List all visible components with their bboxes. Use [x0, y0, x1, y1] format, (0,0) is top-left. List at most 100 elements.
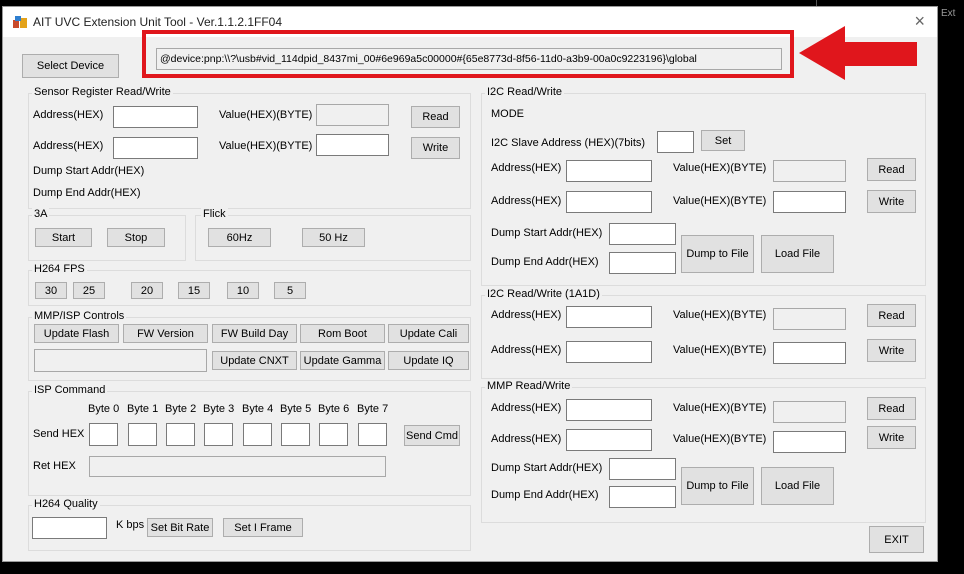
- byte-0-label: Byte 0: [88, 403, 120, 415]
- fps-25-button[interactable]: 25: [73, 282, 105, 299]
- mmp-address-label: Address(HEX): [491, 402, 562, 414]
- i2c-read-button[interactable]: Read: [867, 158, 916, 181]
- i2c-address-label-2: Address(HEX): [491, 195, 562, 207]
- byte-6-label: Byte 6: [318, 403, 350, 415]
- update-gamma-button[interactable]: Update Gamma: [300, 351, 385, 370]
- set-bit-rate-button[interactable]: Set Bit Rate: [147, 518, 213, 537]
- mmp-load-file-button[interactable]: Load File: [761, 467, 834, 505]
- sensor-register-title: Sensor Register Read/Write: [32, 86, 173, 98]
- i2c-write-address-input[interactable]: [566, 191, 652, 213]
- byte-1-label: Byte 1: [127, 403, 159, 415]
- app-window: AIT UVC Extension Unit Tool - Ver.1.1.2.…: [2, 6, 938, 562]
- mmp-read-address-input[interactable]: [566, 399, 652, 421]
- three-a-start-button[interactable]: Start: [35, 228, 92, 247]
- byte-5-label: Byte 5: [280, 403, 312, 415]
- i2c-write-value-input[interactable]: [773, 191, 846, 213]
- mmp-read-value-field: [773, 401, 846, 423]
- send-byte-4-input[interactable]: [243, 423, 272, 446]
- mmp-write-value-input[interactable]: [773, 431, 846, 453]
- mmp-dump-end-input[interactable]: [609, 486, 676, 508]
- fw-build-day-button[interactable]: FW Build Day: [212, 324, 297, 343]
- i2c-dump-end-input[interactable]: [609, 252, 676, 274]
- i2c-slave-address-label: I2C Slave Address (HEX)(7bits): [491, 137, 646, 149]
- fps-30-button[interactable]: 30: [35, 282, 67, 299]
- send-byte-6-input[interactable]: [319, 423, 348, 446]
- mmp-dump-start-label: Dump Start Addr(HEX): [491, 462, 603, 474]
- mmp-isp-output-field: [34, 349, 207, 372]
- select-device-button[interactable]: Select Device: [22, 54, 119, 78]
- bit-rate-input[interactable]: [32, 517, 107, 539]
- i2c-dump-end-label: Dump End Addr(HEX): [491, 256, 599, 268]
- fps-5-button[interactable]: 5: [274, 282, 306, 299]
- i2c-slave-address-input[interactable]: [657, 131, 694, 153]
- send-byte-2-input[interactable]: [166, 423, 195, 446]
- i2c-set-button[interactable]: Set: [701, 130, 745, 151]
- mmp-dump-start-input[interactable]: [609, 458, 676, 480]
- kbps-label: K bps: [116, 519, 145, 531]
- update-iq-button[interactable]: Update IQ: [388, 351, 469, 370]
- sensor-write-value-input[interactable]: [316, 134, 389, 156]
- highlight-box: [142, 30, 794, 78]
- mmp-value-label-2: Value(HEX)(BYTE): [673, 433, 767, 445]
- send-byte-5-input[interactable]: [281, 423, 310, 446]
- app-icon: [13, 16, 27, 28]
- i2c-read-address-input[interactable]: [566, 160, 652, 182]
- i2c-1a1d-read-address-input[interactable]: [566, 306, 652, 328]
- rom-boot-button[interactable]: Rom Boot: [300, 324, 385, 343]
- mmp-dump-to-file-button[interactable]: Dump to File: [681, 467, 754, 505]
- i2c-dump-to-file-button[interactable]: Dump to File: [681, 235, 754, 273]
- sensor-read-address-input[interactable]: [113, 106, 198, 128]
- sensor-dump-end-label: Dump End Addr(HEX): [33, 187, 141, 199]
- mmp-write-button[interactable]: Write: [867, 426, 916, 449]
- flick-50hz-button[interactable]: 50 Hz: [302, 228, 365, 247]
- update-flash-button[interactable]: Update Flash: [34, 324, 119, 343]
- sensor-write-button[interactable]: Write: [411, 137, 460, 159]
- i2c-1a1d-write-address-input[interactable]: [566, 341, 652, 363]
- exit-button[interactable]: EXIT: [869, 526, 924, 553]
- update-cnxt-button[interactable]: Update CNXT: [212, 351, 297, 370]
- fps-15-button[interactable]: 15: [178, 282, 210, 299]
- i2c-1a1d-write-button[interactable]: Write: [867, 339, 916, 362]
- ret-hex-label: Ret HEX: [33, 460, 76, 472]
- i2c-1a1d-read-button[interactable]: Read: [867, 304, 916, 327]
- h264-quality-title: H264 Quality: [32, 498, 100, 510]
- send-byte-0-input[interactable]: [89, 423, 118, 446]
- i2c-address-label: Address(HEX): [491, 162, 562, 174]
- i2c-dump-start-input[interactable]: [609, 223, 676, 245]
- fps-10-button[interactable]: 10: [227, 282, 259, 299]
- i2c-1a1d-address-label: Address(HEX): [491, 309, 562, 321]
- sensor-dump-start-label: Dump Start Addr(HEX): [33, 165, 145, 177]
- send-byte-7-input[interactable]: [358, 423, 387, 446]
- sensor-write-address-input[interactable]: [113, 137, 198, 159]
- byte-7-label: Byte 7: [357, 403, 389, 415]
- send-cmd-button[interactable]: Send Cmd: [404, 425, 460, 446]
- i2c-1a1d-read-value-field: [773, 308, 846, 330]
- fps-20-button[interactable]: 20: [131, 282, 163, 299]
- fw-version-button[interactable]: FW Version: [123, 324, 208, 343]
- i2c-1a1d-value-label: Value(HEX)(BYTE): [673, 309, 767, 321]
- i2c-write-button[interactable]: Write: [867, 190, 916, 213]
- set-i-frame-button[interactable]: Set I Frame: [223, 518, 303, 537]
- i2c-1a1d-value-label-2: Value(HEX)(BYTE): [673, 344, 767, 356]
- i2c-dump-start-label: Dump Start Addr(HEX): [491, 227, 603, 239]
- flick-60hz-button[interactable]: 60Hz: [208, 228, 271, 247]
- update-cali-button[interactable]: Update Cali: [388, 324, 469, 343]
- i2c-value-label-2: Value(HEX)(BYTE): [673, 195, 767, 207]
- i2c-value-label: Value(HEX)(BYTE): [673, 162, 767, 174]
- flick-title: Flick: [201, 208, 228, 220]
- mmp-write-address-input[interactable]: [566, 429, 652, 451]
- sensor-read-button[interactable]: Read: [411, 106, 460, 128]
- send-byte-1-input[interactable]: [128, 423, 157, 446]
- i2c-1a1d-write-value-input[interactable]: [773, 342, 846, 364]
- sensor-address-label: Address(HEX): [33, 109, 104, 121]
- h264-fps-title: H264 FPS: [32, 263, 87, 275]
- mmp-dump-end-label: Dump End Addr(HEX): [491, 489, 599, 501]
- send-byte-3-input[interactable]: [204, 423, 233, 446]
- three-a-stop-button[interactable]: Stop: [107, 228, 165, 247]
- mmp-read-button[interactable]: Read: [867, 397, 916, 420]
- send-hex-label: Send HEX: [33, 428, 85, 440]
- i2c-load-file-button[interactable]: Load File: [761, 235, 834, 273]
- window-title: AIT UVC Extension Unit Tool - Ver.1.1.2.…: [33, 15, 283, 29]
- i2c-mode-label: MODE: [491, 108, 524, 120]
- i2c-1a1d-title: I2C Read/Write (1A1D): [485, 288, 602, 300]
